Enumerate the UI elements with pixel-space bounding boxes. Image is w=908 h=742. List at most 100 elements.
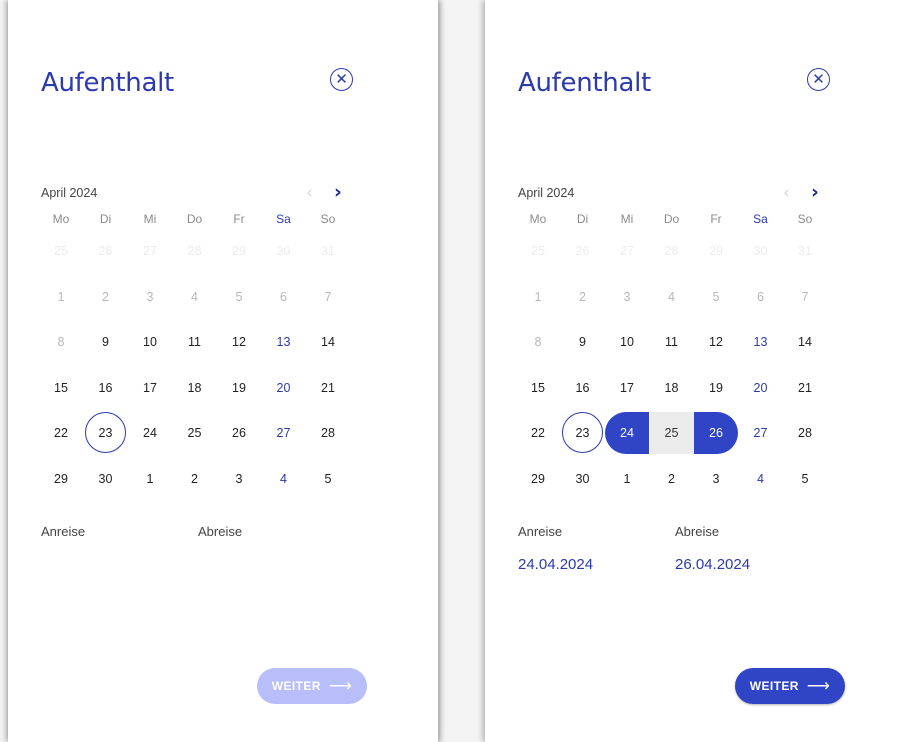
arrow-right-icon: ⟶ xyxy=(806,678,831,695)
calendar-day[interactable]: 12 xyxy=(217,321,261,363)
calendar-day[interactable]: 25 xyxy=(649,412,694,454)
calendar-day[interactable]: 27 xyxy=(262,412,306,454)
calendar-day: 28 xyxy=(187,244,202,258)
calendar-day: 26 xyxy=(575,244,590,258)
calendar-day[interactable]: 28 xyxy=(306,412,350,454)
calendar-day[interactable]: 20 xyxy=(262,367,306,409)
calendar-day[interactable]: 21 xyxy=(783,367,827,409)
weekday-mo: Mo xyxy=(52,212,70,226)
calendar-day[interactable]: 26 xyxy=(217,412,261,454)
calendar-day: 30 xyxy=(753,244,768,258)
chevron-left-icon[interactable]: ‹ xyxy=(306,183,313,203)
calendar-day[interactable]: 14 xyxy=(306,321,350,363)
chevron-right-icon[interactable]: › xyxy=(811,181,819,203)
calendar-day[interactable]: 23 xyxy=(84,412,128,454)
calendar-day: 3 xyxy=(146,289,154,304)
calendar-day[interactable]: 18 xyxy=(173,367,217,409)
departure-label: Abreise xyxy=(675,524,720,539)
calendar-day: 2 xyxy=(579,289,586,304)
calendar-day[interactable]: 5 xyxy=(783,458,827,500)
calendar-day[interactable]: 5 xyxy=(306,458,350,500)
calendar-day[interactable]: 10 xyxy=(128,321,172,363)
calendar-day: 8 xyxy=(534,335,542,349)
weekday-di: Di xyxy=(576,212,589,226)
calendar-day[interactable]: 11 xyxy=(173,321,217,363)
calendar-day[interactable]: 4 xyxy=(739,458,783,500)
departure-label: Abreise xyxy=(198,524,243,539)
calendar-day[interactable]: 1 xyxy=(128,458,172,500)
close-icon[interactable]: ✕ xyxy=(807,68,830,91)
calendar-day: 5 xyxy=(712,289,720,304)
weekday-mi: Mi xyxy=(620,212,634,226)
calendar-day[interactable]: 13 xyxy=(262,321,306,363)
calendar-day[interactable]: 9 xyxy=(84,321,128,363)
calendar-day[interactable]: 10 xyxy=(605,321,649,363)
calendar-day[interactable]: 26 xyxy=(694,412,738,454)
continue-button[interactable]: WEITER ⟶ xyxy=(735,668,845,704)
weekday-sa: Sa xyxy=(753,212,768,226)
calendar-day: 31 xyxy=(798,244,812,258)
calendar-day[interactable]: 29 xyxy=(516,458,560,500)
calendar-day[interactable]: 23 xyxy=(561,412,605,454)
calendar-day: 3 xyxy=(623,289,631,304)
calendar-day[interactable]: 15 xyxy=(39,367,83,409)
calendar-day: 25 xyxy=(54,244,68,258)
calendar-day[interactable]: 9 xyxy=(561,321,605,363)
weekday-fr: Fr xyxy=(233,212,245,226)
weekday-mi: Mi xyxy=(143,212,157,226)
calendar-day[interactable]: 24 xyxy=(605,412,649,454)
calendar-day[interactable]: 11 xyxy=(650,321,694,363)
continue-button[interactable]: WEITER ⟶ xyxy=(257,668,367,704)
calendar-day[interactable]: 21 xyxy=(306,367,350,409)
calendar-day: 5 xyxy=(235,289,243,304)
calendar-day: 7 xyxy=(324,289,332,304)
chevron-right-icon[interactable]: › xyxy=(334,181,342,203)
weekday-do: Do xyxy=(663,212,680,226)
calendar-day: 2 xyxy=(102,289,109,304)
calendar-day[interactable]: 16 xyxy=(561,367,605,409)
panel-title: Aufenthalt xyxy=(518,68,651,98)
calendar-grid: 25 26 27 28 29 30 31 1 2 3 4 5 6 7 8 9 10 11 12 13 14 15 16 17 1… xyxy=(518,230,831,500)
calendar-day[interactable]: 3 xyxy=(694,458,738,500)
calendar-day: 1 xyxy=(534,289,542,304)
calendar-day[interactable]: 29 xyxy=(39,458,83,500)
calendar-day[interactable]: 15 xyxy=(516,367,560,409)
calendar-day: 27 xyxy=(143,244,157,258)
calendar-day[interactable]: 17 xyxy=(605,367,649,409)
calendar-day: 4 xyxy=(668,289,675,304)
calendar-day[interactable]: 30 xyxy=(561,458,605,500)
calendar-day: 30 xyxy=(276,244,291,258)
calendar-day[interactable]: 2 xyxy=(650,458,694,500)
calendar-day[interactable]: 27 xyxy=(739,412,783,454)
calendar-day[interactable]: 13 xyxy=(739,321,783,363)
calendar-day[interactable]: 25 xyxy=(173,412,217,454)
calendar-day[interactable]: 2 xyxy=(173,458,217,500)
calendar-day[interactable]: 14 xyxy=(783,321,827,363)
calendar-day[interactable]: 19 xyxy=(217,367,261,409)
weekday-header: Mo Di Mi Do Fr Sa So xyxy=(41,212,354,228)
calendar-day[interactable]: 3 xyxy=(217,458,261,500)
calendar-day[interactable]: 19 xyxy=(694,367,738,409)
calendar-day[interactable]: 12 xyxy=(694,321,738,363)
calendar-day[interactable]: 22 xyxy=(39,412,83,454)
arrow-right-icon: ⟶ xyxy=(328,678,353,695)
calendar-day: 31 xyxy=(321,244,335,258)
calendar-panel-selected: Aufenthalt ✕ April 2024 ‹ › Mo Di Mi Do Fr Sa… xyxy=(485,0,908,742)
calendar-day: 4 xyxy=(191,289,198,304)
calendar-day[interactable]: 4 xyxy=(262,458,306,500)
calendar-day[interactable]: 1 xyxy=(605,458,649,500)
calendar-day: 6 xyxy=(757,289,764,304)
calendar-day[interactable]: 22 xyxy=(516,412,560,454)
chevron-left-icon[interactable]: ‹ xyxy=(783,183,790,203)
weekday-di: Di xyxy=(99,212,112,226)
departure-value: 26.04.2024 xyxy=(675,556,751,573)
close-icon[interactable]: ✕ xyxy=(330,68,353,91)
calendar-day[interactable]: 18 xyxy=(650,367,694,409)
calendar-day[interactable]: 16 xyxy=(84,367,128,409)
calendar-day[interactable]: 17 xyxy=(128,367,172,409)
calendar-day[interactable]: 24 xyxy=(128,412,172,454)
calendar-day[interactable]: 20 xyxy=(739,367,783,409)
calendar-day[interactable]: 30 xyxy=(84,458,128,500)
calendar-day[interactable]: 28 xyxy=(783,412,827,454)
calendar-day: 29 xyxy=(232,244,246,258)
